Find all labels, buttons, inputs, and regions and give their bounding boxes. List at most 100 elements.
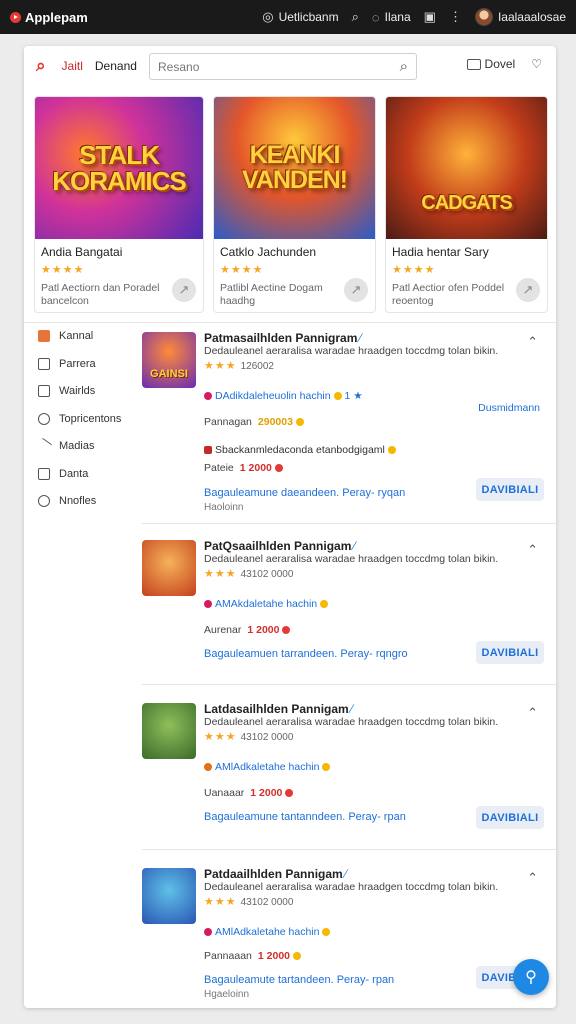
sidebar-item-madias[interactable]: Madias (35, 437, 138, 455)
app-sub: Hgaeloinn (204, 989, 250, 1000)
user-name: Iaalaaalosae (497, 10, 566, 24)
user-icon (38, 495, 50, 507)
sidebar-item-label: Kannal (59, 330, 94, 342)
list-item[interactable]: Latdasailhlden Pannigam ⁄ Dedauleanel aer… (142, 702, 556, 843)
chevron-up-icon[interactable]: ⌃ (527, 334, 538, 350)
heart-icon[interactable]: ♡ (531, 57, 542, 71)
sidebar-item-topricentons[interactable]: Topricentons (38, 412, 138, 426)
topbar-item-chat[interactable]: ◌ Ilana (372, 10, 411, 25)
side-link[interactable]: Dusmidmann (478, 402, 540, 414)
featured-meta: Patl Aectiorn dan Poradel bancelcon (41, 282, 160, 307)
sidebar-item-nnofles[interactable]: Nnofles (38, 494, 138, 508)
sidebar-item-wairlds[interactable]: Wairlds (38, 384, 138, 398)
app-description: Dedauleanel aeraralisa waradae hraadgen … (204, 716, 499, 728)
search-input[interactable]: Resano ⌕ (149, 53, 417, 80)
app-link[interactable]: Bagauleamune daeandeen. Peray- ryqan (204, 487, 405, 499)
app-link[interactable]: Bagauleamune tantanndeen. Peray- rpan (204, 811, 406, 823)
app-link[interactable]: Bagauleamute tartandeen. Peray- rpan (204, 974, 394, 986)
coin-icon (320, 600, 329, 609)
header-dovel-button[interactable]: Dovel (466, 57, 515, 71)
featured-title: Andia Bangatai (41, 245, 123, 259)
featured-rating: ★★★★ (41, 264, 85, 276)
badge-icon (274, 464, 283, 473)
square-icon (38, 357, 50, 370)
sidebar-item-parrera[interactable]: Parrera (38, 357, 138, 371)
topbar-search-button[interactable]: ⌕ (352, 9, 359, 25)
sidebar-item-kannal[interactable]: Kannal (38, 329, 138, 343)
search-icon[interactable]: ⌕ (36, 56, 46, 76)
chevron-up-icon[interactable]: ⌃ (527, 542, 538, 558)
price-value: 1 2000 (247, 624, 280, 636)
shield-icon (204, 446, 212, 455)
box-icon (38, 467, 50, 480)
list-divider (142, 849, 556, 850)
topbar-more-button[interactable]: ⋮ (449, 9, 462, 25)
price-label: Aurenar (204, 624, 242, 636)
featured-image: CADGATS (386, 97, 547, 239)
sidebar-item-label: Danta (59, 467, 89, 480)
price-value: 1 2000 (239, 462, 272, 474)
chevron-up-icon[interactable]: ⌃ (527, 870, 538, 886)
tag-icon (204, 928, 212, 937)
featured-image-text: STALK KORAMICS (52, 140, 187, 196)
app-description: Dedauleanel aeraralisa waradae hraadgen … (204, 345, 499, 357)
sidebar-item-label: Wairlds (59, 385, 96, 397)
price-label: Pannaaan (204, 950, 252, 962)
download-button[interactable]: DAVIBIALI (476, 641, 544, 664)
rating-stars: ★★★ (204, 568, 237, 580)
main-card: ⌕ Jaitl Denand Resano ⌕ Dovel ♡ STALK KO… (24, 46, 556, 1008)
app-title: Patmasailhlden Pannigram ⁄ (204, 331, 361, 345)
header-link-1[interactable]: Jaitl (62, 59, 83, 73)
sidebar-item-label: Parrera (59, 357, 96, 370)
featured-play-button[interactable]: ↗ (344, 278, 368, 302)
top-bar: Applepam ◎ Uetlicbanm ⌕ ◌ Ilana ▣ ⋮ Iaal… (0, 0, 576, 34)
verified-icon: ⁄ (344, 867, 347, 881)
download-button[interactable]: DAVIBIALI (476, 806, 544, 829)
app-price: Pateie 1 2000 (204, 462, 283, 474)
featured-title: Catklo Jachunden (220, 245, 317, 259)
featured-card[interactable]: KEANKI VANDEN! Catklo Jachunden ★★★★ Pat… (213, 96, 376, 313)
tag-text: AMlAdkaletahe hachin (215, 926, 320, 938)
sidebar-item-danta[interactable]: Danta (38, 467, 138, 481)
download-button[interactable]: DAVIBIALI (476, 478, 544, 501)
app-brand[interactable]: Applepam (10, 10, 88, 25)
flame-icon (38, 330, 50, 342)
app-sub: Haoloinn (204, 502, 244, 513)
app-title-text: Latdasailhlden Pannigam (204, 702, 349, 716)
coin-icon (295, 418, 304, 427)
price-value: 1 2000 (250, 787, 283, 799)
featured-play-button[interactable]: ↗ (516, 278, 540, 302)
app-tags: AMAkdaletahe hachin (204, 598, 329, 610)
topbar-box-button[interactable]: ▣ (424, 9, 436, 25)
target-icon: ◎ (262, 9, 274, 24)
app-link[interactable]: Bagauleamuen tarrandeen. Peray- rqngro (204, 648, 408, 660)
list-divider (142, 523, 556, 524)
coin-icon (333, 392, 342, 401)
app-icon: GAINSI (142, 332, 196, 388)
app-title-text: PatQsaailhlden Pannigam (204, 539, 352, 553)
chevron-up-icon[interactable]: ⌃ (527, 705, 538, 721)
featured-card[interactable]: CADGATS Hadia hentar Sary ★★★★ Patl Aect… (385, 96, 548, 313)
location-icon (38, 412, 50, 425)
extra-line-text: Sbackanmledaconda etanbodgigaml (215, 444, 385, 456)
price-label: Pateie (204, 462, 234, 474)
app-tags: AMlAdkaletahe hachin (204, 926, 331, 938)
user-menu[interactable]: Iaalaaalosae (474, 8, 566, 26)
list-item[interactable]: GAINSI Patmasailhlden Pannigram ⁄ Dedaule… (142, 331, 556, 522)
header-link-2[interactable]: Denand (95, 59, 137, 73)
app-description: Dedauleanel aeraralisa waradae hraadgen … (204, 553, 499, 565)
list-item[interactable]: Patdaailhlden Pannigam ⁄ Dedauleanel aera… (142, 867, 556, 1008)
app-icon (142, 540, 196, 596)
floating-action-button[interactable]: ⚲ (513, 959, 549, 995)
tag-text: AMlAdkaletahe hachin (215, 761, 320, 773)
featured-meta: Patl Aectior ofen Poddel reoentog (392, 282, 505, 307)
sidebar-item-label: Topricentons (59, 412, 122, 425)
featured-card[interactable]: STALK KORAMICS Andia Bangatai ★★★★ Patl … (34, 96, 204, 313)
rating-count: 43102 0000 (240, 897, 294, 908)
topbar-item-target[interactable]: ◎ Uetlicbanm (262, 9, 338, 25)
list-item[interactable]: PatQsaailhlden Pannigam ⁄ Dedauleanel aer… (142, 539, 556, 680)
search-icon[interactable]: ⌕ (400, 58, 408, 75)
featured-play-button[interactable]: ↗ (172, 278, 196, 302)
app-extra-line: Sbackanmledaconda etanbodgigaml (204, 444, 396, 456)
rating-count: 43102 0000 (240, 732, 294, 743)
